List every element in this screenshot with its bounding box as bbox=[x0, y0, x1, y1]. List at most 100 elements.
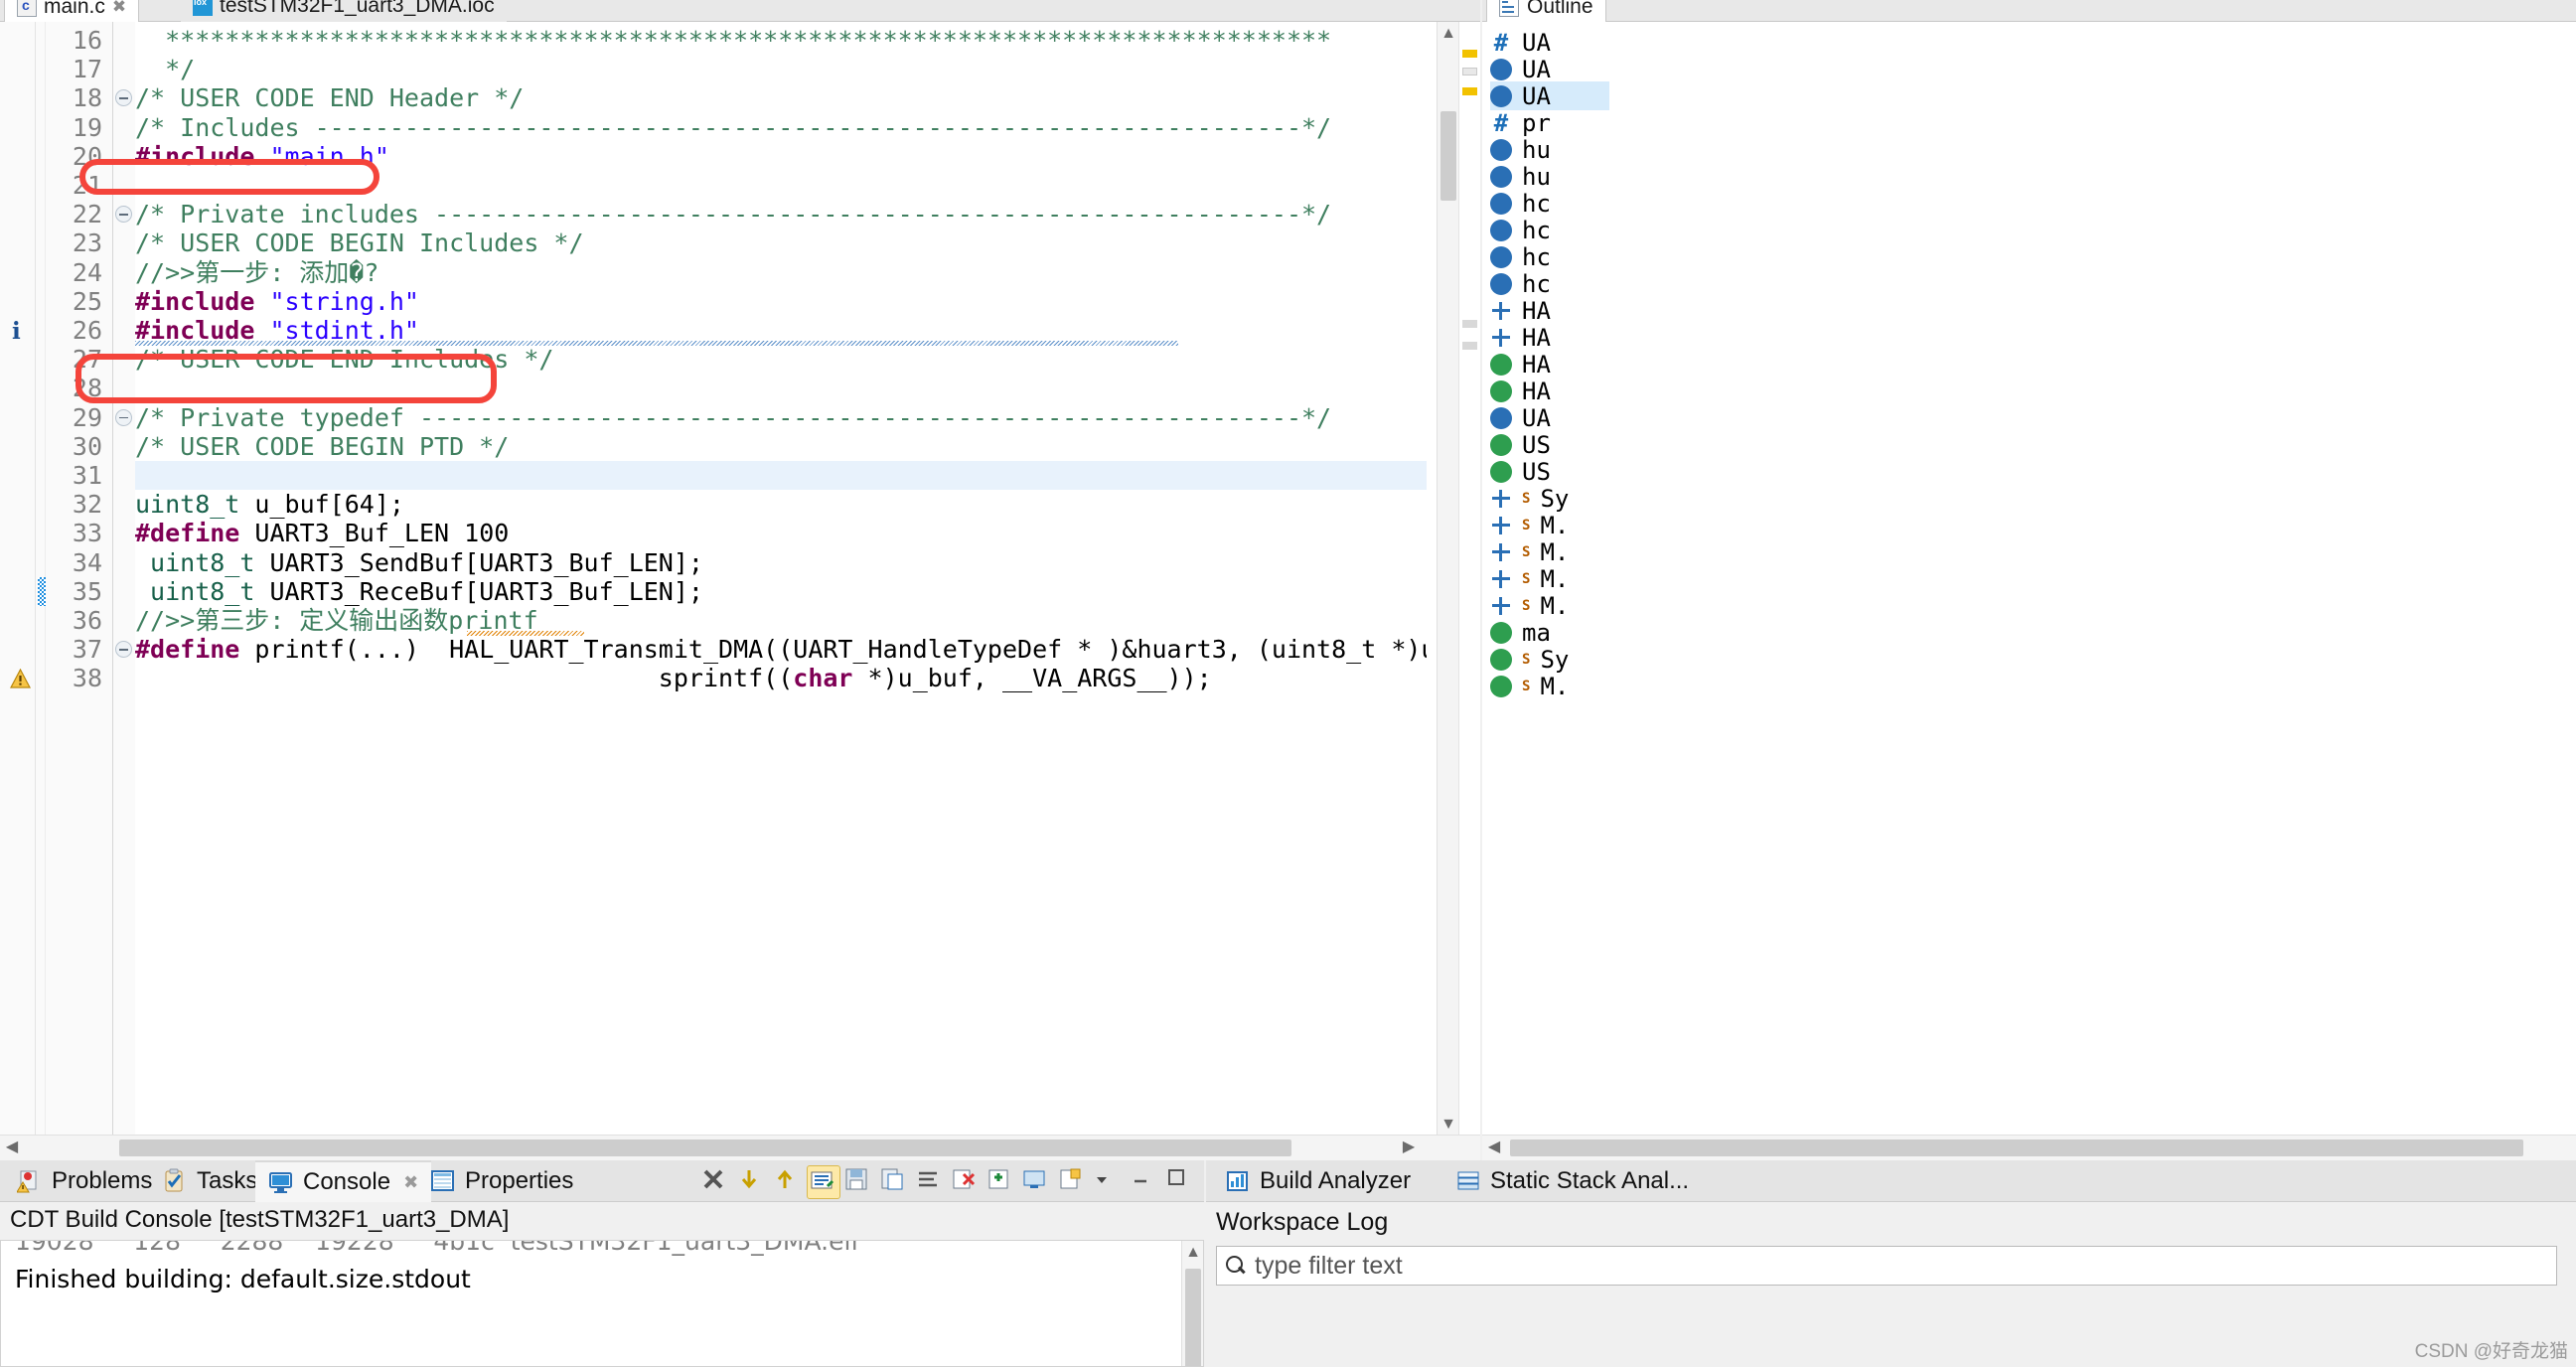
outline-item[interactable]: hc bbox=[1490, 216, 1609, 244]
warning-marker-icon[interactable] bbox=[10, 669, 31, 688]
annotation-ruler[interactable] bbox=[0, 22, 36, 1160]
outline-item[interactable]: UA bbox=[1490, 55, 1609, 83]
outline-item[interactable]: HA bbox=[1490, 350, 1609, 379]
clear-console-icon[interactable] bbox=[950, 1165, 984, 1199]
code-line[interactable]: /* USER CODE BEGIN Includes */ bbox=[135, 228, 584, 257]
open-console-icon[interactable] bbox=[1057, 1165, 1091, 1199]
outline-item[interactable]: SM. bbox=[1490, 672, 1609, 700]
outline-item[interactable]: HA bbox=[1490, 377, 1609, 405]
scrollbar-thumb[interactable] bbox=[119, 1139, 1291, 1156]
editor-tab-ioc[interactable]: testSTM32F1_uart3_DMA.ioc bbox=[181, 0, 507, 22]
outline-item[interactable]: SM. bbox=[1490, 511, 1609, 539]
tab-problems[interactable]: Problems bbox=[4, 1160, 165, 1202]
outline-item[interactable]: SSy bbox=[1490, 645, 1609, 674]
code-line[interactable]: /* Private includes --------------------… bbox=[135, 200, 1331, 228]
overview-mark[interactable] bbox=[1462, 320, 1477, 328]
outline-item[interactable]: hc bbox=[1490, 269, 1609, 298]
code-line[interactable]: ****************************************… bbox=[135, 26, 1331, 55]
outline-horizontal-scrollbar[interactable]: ◀ bbox=[1482, 1135, 2576, 1160]
code-line[interactable]: uint8_t UART3_ReceBuf[UART3_Buf_LEN]; bbox=[135, 577, 703, 606]
editor-vertical-scrollbar[interactable]: ▲ ▼ bbox=[1437, 22, 1458, 1137]
tab-console[interactable]: Console✖ bbox=[255, 1160, 431, 1202]
tab-static-stack-anal[interactable]: Static Stack Anal... bbox=[1442, 1160, 1702, 1202]
fold-collapse-icon[interactable] bbox=[115, 206, 132, 223]
outline-item[interactable]: hu bbox=[1490, 162, 1609, 191]
tab-build-analyzer[interactable]: Build Analyzer bbox=[1212, 1160, 1424, 1202]
pin-console-icon[interactable] bbox=[985, 1165, 1019, 1199]
outline-item[interactable]: UA bbox=[1490, 81, 1609, 110]
new-console-menu-icon[interactable] bbox=[1093, 1165, 1127, 1199]
red-highlight-box-2 bbox=[76, 354, 497, 403]
code-line[interactable]: /* Includes ----------------------------… bbox=[135, 113, 1331, 142]
code-line[interactable]: uint8_t UART3_SendBuf[UART3_Buf_LEN]; bbox=[135, 548, 703, 577]
code-line[interactable]: /* USER CODE BEGIN PTD */ bbox=[135, 432, 509, 461]
outline-item-label: ma bbox=[1522, 619, 1551, 647]
outline-item[interactable]: ma bbox=[1490, 618, 1609, 647]
outline-item[interactable]: HA bbox=[1490, 296, 1609, 325]
chevron-up-icon[interactable]: ▲ bbox=[1182, 1241, 1204, 1265]
outline-item[interactable]: SM. bbox=[1490, 537, 1609, 566]
chevron-right-icon[interactable]: ▶ bbox=[1397, 1136, 1421, 1159]
overview-warning-mark[interactable] bbox=[1462, 50, 1477, 58]
fold-collapse-icon[interactable] bbox=[115, 409, 132, 426]
code-line[interactable]: */ bbox=[135, 55, 195, 83]
maximize-icon[interactable] bbox=[1164, 1165, 1198, 1199]
scrollbar-thumb[interactable] bbox=[1440, 111, 1456, 201]
chevron-left-icon[interactable]: ◀ bbox=[1482, 1136, 1506, 1159]
scrollbar-thumb[interactable] bbox=[1510, 1139, 2523, 1156]
code-line[interactable]: #include "string.h" bbox=[135, 287, 419, 316]
tab-outline[interactable]: Outline bbox=[1486, 0, 1606, 22]
console-output[interactable]: ▲ 19028 128 2288 19228 4b1c testSTM32F1_… bbox=[0, 1240, 1204, 1367]
terminate-all-icon[interactable] bbox=[699, 1165, 733, 1199]
tab-tasks[interactable]: Tasks bbox=[149, 1160, 270, 1202]
chevron-down-icon[interactable]: ▼ bbox=[1438, 1113, 1459, 1137]
outline-item[interactable]: HA bbox=[1490, 323, 1609, 352]
minimize-icon[interactable] bbox=[1129, 1165, 1162, 1199]
scroll-up-icon[interactable] bbox=[771, 1165, 805, 1199]
code-line[interactable]: uint8_t u_buf[64]; bbox=[135, 490, 404, 519]
code-line[interactable]: //>>第一步: 添加�? bbox=[135, 258, 379, 287]
outline-item[interactable]: hu bbox=[1490, 135, 1609, 164]
editor-horizontal-scrollbar[interactable]: ◀ ▶ bbox=[0, 1135, 1480, 1160]
outline-item[interactable]: #pr bbox=[1490, 108, 1609, 137]
overview-ruler[interactable] bbox=[1458, 22, 1480, 1160]
outline-item[interactable]: SM. bbox=[1490, 564, 1609, 593]
tab-properties[interactable]: Properties bbox=[417, 1160, 586, 1202]
paste-console-icon[interactable] bbox=[878, 1165, 912, 1199]
outline-item[interactable]: SM. bbox=[1490, 591, 1609, 620]
scroll-down-icon[interactable] bbox=[735, 1165, 769, 1199]
info-marker-icon[interactable]: i bbox=[12, 318, 21, 345]
outline-icon bbox=[1499, 0, 1519, 17]
fold-collapse-icon[interactable] bbox=[115, 89, 132, 106]
code-line[interactable]: sprintf((char *)u_buf, __VA_ARGS__)); bbox=[135, 664, 1212, 692]
fold-collapse-icon[interactable] bbox=[115, 641, 132, 658]
code-line[interactable]: /* Private typedef ---------------------… bbox=[135, 403, 1331, 432]
overview-mark[interactable] bbox=[1462, 342, 1477, 350]
editor-tab-main-c[interactable]: main.c ✖ bbox=[4, 0, 139, 22]
outline-item[interactable]: US bbox=[1490, 457, 1609, 486]
outline-item-list[interactable]: #UAUAUA#prhuhuhchchchcHAHAHAHAUAUSUSSSyS… bbox=[1482, 22, 2576, 1135]
outline-item[interactable]: US bbox=[1490, 430, 1609, 459]
code-line[interactable]: #define printf(...) HAL_UART_Transmit_DM… bbox=[135, 635, 1427, 664]
outline-item[interactable]: hc bbox=[1490, 242, 1609, 271]
outline-item[interactable]: #UA bbox=[1490, 28, 1609, 57]
overview-mark[interactable] bbox=[1462, 68, 1477, 76]
chevron-left-icon[interactable]: ◀ bbox=[0, 1136, 24, 1159]
close-icon[interactable]: ✖ bbox=[403, 1172, 418, 1193]
outline-item[interactable]: hc bbox=[1490, 189, 1609, 218]
save-console-icon[interactable] bbox=[842, 1165, 876, 1199]
filter-input[interactable]: type filter text bbox=[1216, 1246, 2557, 1286]
chevron-up-icon[interactable]: ▲ bbox=[1438, 22, 1459, 46]
code-line[interactable]: #define UART3_Buf_LEN 100 bbox=[135, 519, 509, 547]
word-wrap-icon[interactable] bbox=[914, 1165, 948, 1199]
scrollbar-thumb[interactable] bbox=[1185, 1269, 1201, 1367]
plus-icon bbox=[1490, 488, 1512, 510]
display-console-icon[interactable] bbox=[1021, 1165, 1055, 1199]
outline-item[interactable]: SSy bbox=[1490, 484, 1609, 513]
console-vertical-scrollbar[interactable]: ▲ bbox=[1181, 1241, 1203, 1366]
scroll-lock-icon[interactable] bbox=[807, 1165, 840, 1199]
code-line[interactable]: /* USER CODE END Header */ bbox=[135, 83, 524, 112]
outline-item[interactable]: UA bbox=[1490, 403, 1609, 432]
overview-warning-mark[interactable] bbox=[1462, 87, 1477, 95]
close-icon[interactable]: ✖ bbox=[112, 0, 126, 17]
